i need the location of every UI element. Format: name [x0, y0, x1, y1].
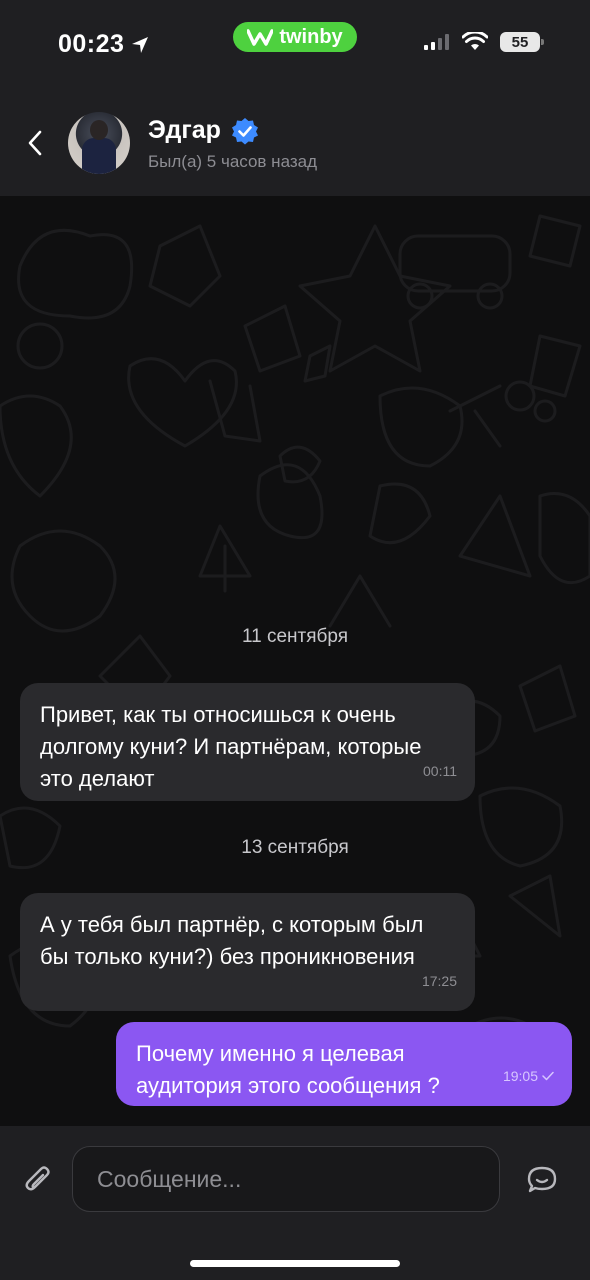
message-text: Привет, как ты относишься к очень долгом… — [40, 702, 422, 791]
app-badge[interactable]: twinby — [233, 22, 357, 52]
chat-bubble-icon — [527, 1166, 557, 1193]
avatar[interactable] — [68, 112, 130, 174]
incoming-message[interactable]: Привет, как ты относишься к очень долгом… — [20, 683, 475, 801]
contact-last-seen: Был(а) 5 часов назад — [148, 152, 318, 171]
chevron-left-icon — [28, 130, 42, 156]
chat-area[interactable]: 11 сентября Привет, как ты относишься к … — [0, 196, 590, 1126]
status-bar: 00:23 twinby 55 — [0, 0, 590, 90]
status-icons: 55 — [424, 32, 544, 52]
message-input[interactable] — [72, 1146, 500, 1212]
location-arrow-icon — [132, 36, 149, 53]
date-separator: 13 сентября — [241, 837, 349, 858]
incoming-message[interactable]: А у тебя был партнёр, с которым был бы т… — [20, 893, 475, 1011]
checkmark-icon — [542, 1071, 554, 1081]
message-time: 00:11 — [423, 763, 457, 779]
date-separator: 11 сентября — [241, 626, 349, 647]
home-indicator[interactable] — [190, 1260, 400, 1267]
message-text: А у тебя был партнёр, с которым был бы т… — [40, 912, 424, 969]
message-input-bar — [0, 1126, 590, 1280]
paperclip-icon — [25, 1166, 50, 1191]
contact-name[interactable]: Эдгар — [148, 116, 259, 145]
sticker-button[interactable] — [520, 1158, 564, 1202]
clock: 00:23 — [58, 30, 150, 59]
contact-name-text: Эдгар — [148, 116, 221, 144]
avatar-head — [90, 120, 108, 140]
attach-button[interactable] — [18, 1160, 58, 1200]
message-meta: 19:05 — [503, 1060, 554, 1092]
chat-header: Эдгар Был(а) 5 часов назад — [0, 90, 590, 196]
wifi-icon — [462, 32, 488, 50]
outgoing-message[interactable]: Почему именно я целевая аудитория этого … — [116, 1022, 572, 1106]
battery-indicator: 55 — [500, 32, 544, 52]
clock-text: 00:23 — [58, 30, 125, 58]
message-text: Почему именно я целевая аудитория этого … — [136, 1041, 440, 1098]
avatar-figure — [82, 138, 116, 174]
back-button[interactable] — [20, 126, 50, 160]
app-badge-label: twinby — [279, 25, 343, 48]
message-time: 17:25 — [421, 973, 457, 989]
message-time: 19:05 — [502, 1068, 538, 1084]
verified-badge-icon — [231, 117, 258, 144]
signal-icon — [424, 34, 449, 50]
twinby-logo-icon — [247, 29, 274, 46]
